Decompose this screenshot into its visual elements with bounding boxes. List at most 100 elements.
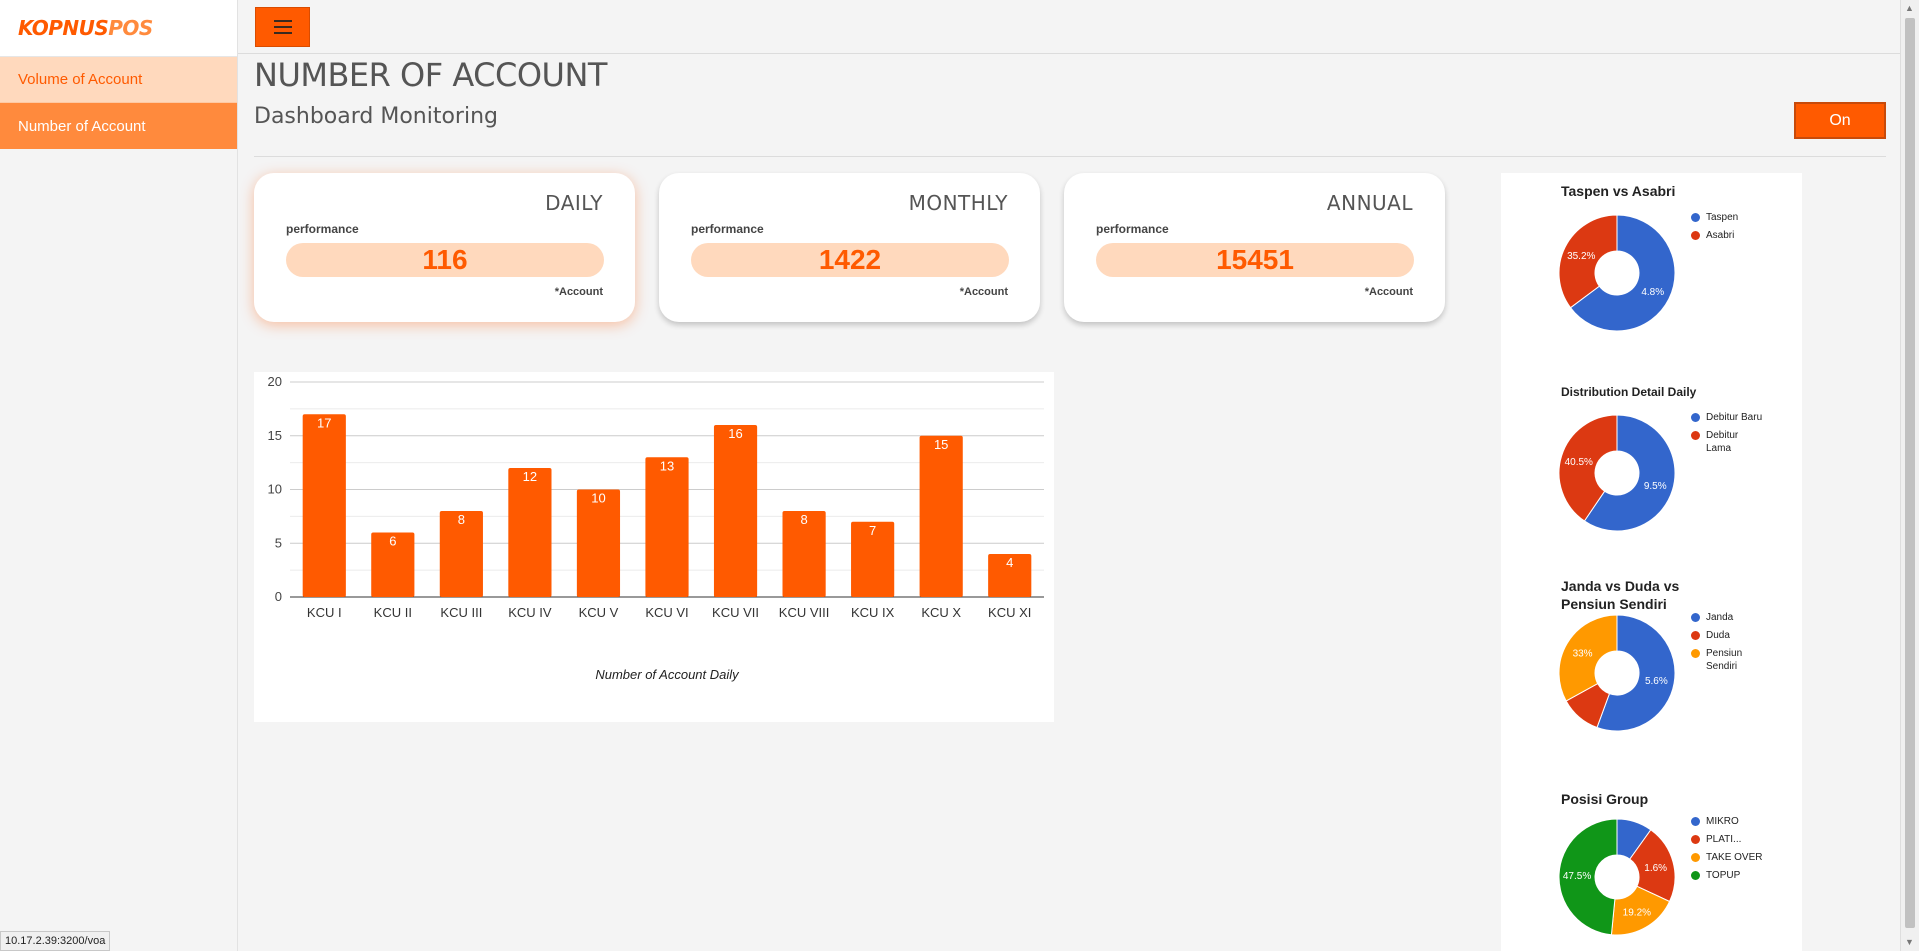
bar-value-label: 10 bbox=[591, 491, 605, 506]
y-tick-label: 15 bbox=[268, 428, 282, 443]
legend-swatch bbox=[1691, 413, 1700, 422]
card-title: MONTHLY bbox=[908, 191, 1008, 215]
annual-card[interactable]: ANNUAL performance 15451 *Account bbox=[1064, 173, 1445, 322]
card-unit: *Account bbox=[554, 286, 603, 298]
donut-title: Taspen vs Asabri bbox=[1561, 183, 1676, 199]
donut-slice-label: 1.6% bbox=[1644, 863, 1667, 874]
legend-item[interactable]: Asabri bbox=[1691, 229, 1766, 242]
scroll-down-icon[interactable]: ▼ bbox=[1905, 937, 1914, 947]
legend-label: TOPUP bbox=[1706, 870, 1741, 881]
donut-legend: Debitur Baru Debitur Lama bbox=[1691, 411, 1766, 460]
x-tick-label: KCU VIII bbox=[779, 605, 830, 620]
top-bar bbox=[238, 0, 1900, 54]
card-title: ANNUAL bbox=[1326, 191, 1413, 215]
page-title: NUMBER OF ACCOUNT bbox=[254, 56, 607, 94]
bar-value-label: 15 bbox=[934, 437, 948, 452]
bar[interactable] bbox=[508, 468, 552, 597]
legend-swatch bbox=[1691, 853, 1700, 862]
legend-swatch bbox=[1691, 431, 1700, 440]
page-subtitle: Dashboard Monitoring bbox=[254, 104, 498, 129]
donut-slice-label: 33% bbox=[1573, 649, 1593, 660]
donut-legend: Taspen Asabri bbox=[1691, 211, 1766, 247]
legend-item[interactable]: TAKE OVER bbox=[1691, 851, 1766, 864]
legend-item[interactable]: MIKRO bbox=[1691, 815, 1766, 828]
legend-label: Asabri bbox=[1706, 230, 1735, 241]
bar[interactable] bbox=[645, 457, 689, 597]
donut-slice-label: 9.5% bbox=[1644, 481, 1667, 492]
scroll-up-icon[interactable]: ▲ bbox=[1905, 3, 1914, 13]
x-tick-label: KCU II bbox=[374, 605, 412, 620]
scroll-thumb[interactable] bbox=[1905, 18, 1915, 928]
page-scrollbar[interactable]: ▲ ▼ bbox=[1900, 0, 1919, 951]
donut-legend: Janda Duda Pensiun Sendiri bbox=[1691, 611, 1766, 678]
bar-chart: 0 5 10 15 20 17 KCU I 6 KCU II 8 KCU III 12 KCU IV 10… bbox=[268, 374, 1044, 682]
sidebar: KOPNUSPOS Volume of Account Number of Ac… bbox=[0, 0, 238, 951]
donut-legend: MIKRO PLATI... TAKE OVER TOPUP bbox=[1691, 815, 1766, 887]
logo-container[interactable]: KOPNUSPOS bbox=[0, 0, 237, 57]
legend-label: Taspen bbox=[1706, 212, 1739, 223]
legend-label: Janda bbox=[1706, 612, 1734, 623]
legend-item[interactable]: Debitur Lama bbox=[1691, 429, 1766, 455]
donut-slice-label: 4.8% bbox=[1641, 287, 1664, 298]
legend-swatch bbox=[1691, 631, 1700, 640]
legend-label: TAKE OVER bbox=[1706, 852, 1763, 863]
monthly-card[interactable]: MONTHLY performance 1422 *Account bbox=[659, 173, 1040, 322]
legend-swatch bbox=[1691, 817, 1700, 826]
card-value: 15451 bbox=[1096, 243, 1414, 277]
donut-chart-posisi-group: 1.6% 19.2% 47.5% bbox=[1558, 818, 1676, 936]
bar-value-label: 8 bbox=[800, 512, 807, 527]
bar-value-label: 8 bbox=[458, 512, 465, 527]
x-tick-label: KCU V bbox=[579, 605, 619, 620]
x-axis-title: Number of Account Daily bbox=[595, 667, 740, 682]
donut-title: Posisi Group bbox=[1561, 791, 1649, 807]
legend-item[interactable]: TOPUP bbox=[1691, 869, 1766, 882]
card-title: DAILY bbox=[545, 191, 603, 215]
daily-card[interactable]: DAILY performance 116 *Account bbox=[254, 173, 635, 322]
card-performance-label: performance bbox=[286, 222, 359, 236]
card-unit: *Account bbox=[1364, 286, 1413, 298]
hamburger-menu-button[interactable] bbox=[255, 7, 310, 47]
legend-item[interactable]: Debitur Baru bbox=[1691, 411, 1766, 424]
y-tick-label: 20 bbox=[268, 374, 282, 389]
bar-chart-panel: 0 5 10 15 20 17 KCU I 6 KCU II 8 KCU III 12 KCU IV 10… bbox=[254, 372, 1054, 722]
bar-value-label: 12 bbox=[523, 469, 537, 484]
donut-slice-label: 35.2% bbox=[1567, 251, 1595, 262]
legend-label: Pensiun Sendiri bbox=[1706, 648, 1743, 672]
legend-swatch bbox=[1691, 213, 1700, 222]
bar[interactable] bbox=[919, 435, 963, 597]
donut-chart-taspen-asabri: 4.8% 35.2% bbox=[1558, 214, 1676, 332]
x-tick-label: KCU X bbox=[921, 605, 961, 620]
x-tick-label: KCU I bbox=[307, 605, 342, 620]
sidebar-item-number-of-account[interactable]: Number of Account bbox=[0, 103, 237, 149]
legend-item[interactable]: Taspen bbox=[1691, 211, 1766, 224]
donut-slice-label: 47.5% bbox=[1563, 871, 1591, 882]
brand-logo[interactable]: KOPNUSPOS bbox=[18, 16, 153, 40]
x-tick-label: KCU VII bbox=[712, 605, 759, 620]
donut-chart-panel: Taspen vs Asabri 4.8% 35.2% Taspen Asabri … bbox=[1501, 173, 1802, 951]
card-value: 116 bbox=[286, 243, 604, 277]
legend-swatch bbox=[1691, 835, 1700, 844]
legend-swatch bbox=[1691, 231, 1700, 240]
bar[interactable] bbox=[576, 489, 621, 598]
legend-item[interactable]: PLATI... bbox=[1691, 833, 1766, 846]
card-performance-label: performance bbox=[691, 222, 764, 236]
bar-value-label: 16 bbox=[728, 426, 742, 441]
bar[interactable] bbox=[302, 414, 346, 597]
legend-label: Duda bbox=[1706, 630, 1730, 641]
donut-chart-distribution-daily: 9.5% 40.5% bbox=[1558, 414, 1676, 532]
header-divider bbox=[254, 156, 1886, 157]
legend-item[interactable]: Pensiun Sendiri bbox=[1691, 647, 1766, 673]
on-toggle-button[interactable]: On bbox=[1794, 102, 1886, 139]
status-bar-url: 10.17.2.39:3200/voa bbox=[0, 931, 111, 951]
x-tick-label: KCU IV bbox=[508, 605, 552, 620]
bar-value-label: 7 bbox=[869, 523, 876, 538]
bar[interactable] bbox=[713, 425, 758, 597]
y-tick-label: 10 bbox=[268, 482, 282, 497]
donut-slice-label: 40.5% bbox=[1565, 457, 1593, 468]
legend-item[interactable]: Janda bbox=[1691, 611, 1766, 624]
x-tick-label: KCU XI bbox=[988, 605, 1031, 620]
legend-item[interactable]: Duda bbox=[1691, 629, 1766, 642]
card-performance-label: performance bbox=[1096, 222, 1169, 236]
donut-slice-label: 5.6% bbox=[1645, 676, 1668, 687]
sidebar-item-volume-of-account[interactable]: Volume of Account bbox=[0, 57, 237, 103]
